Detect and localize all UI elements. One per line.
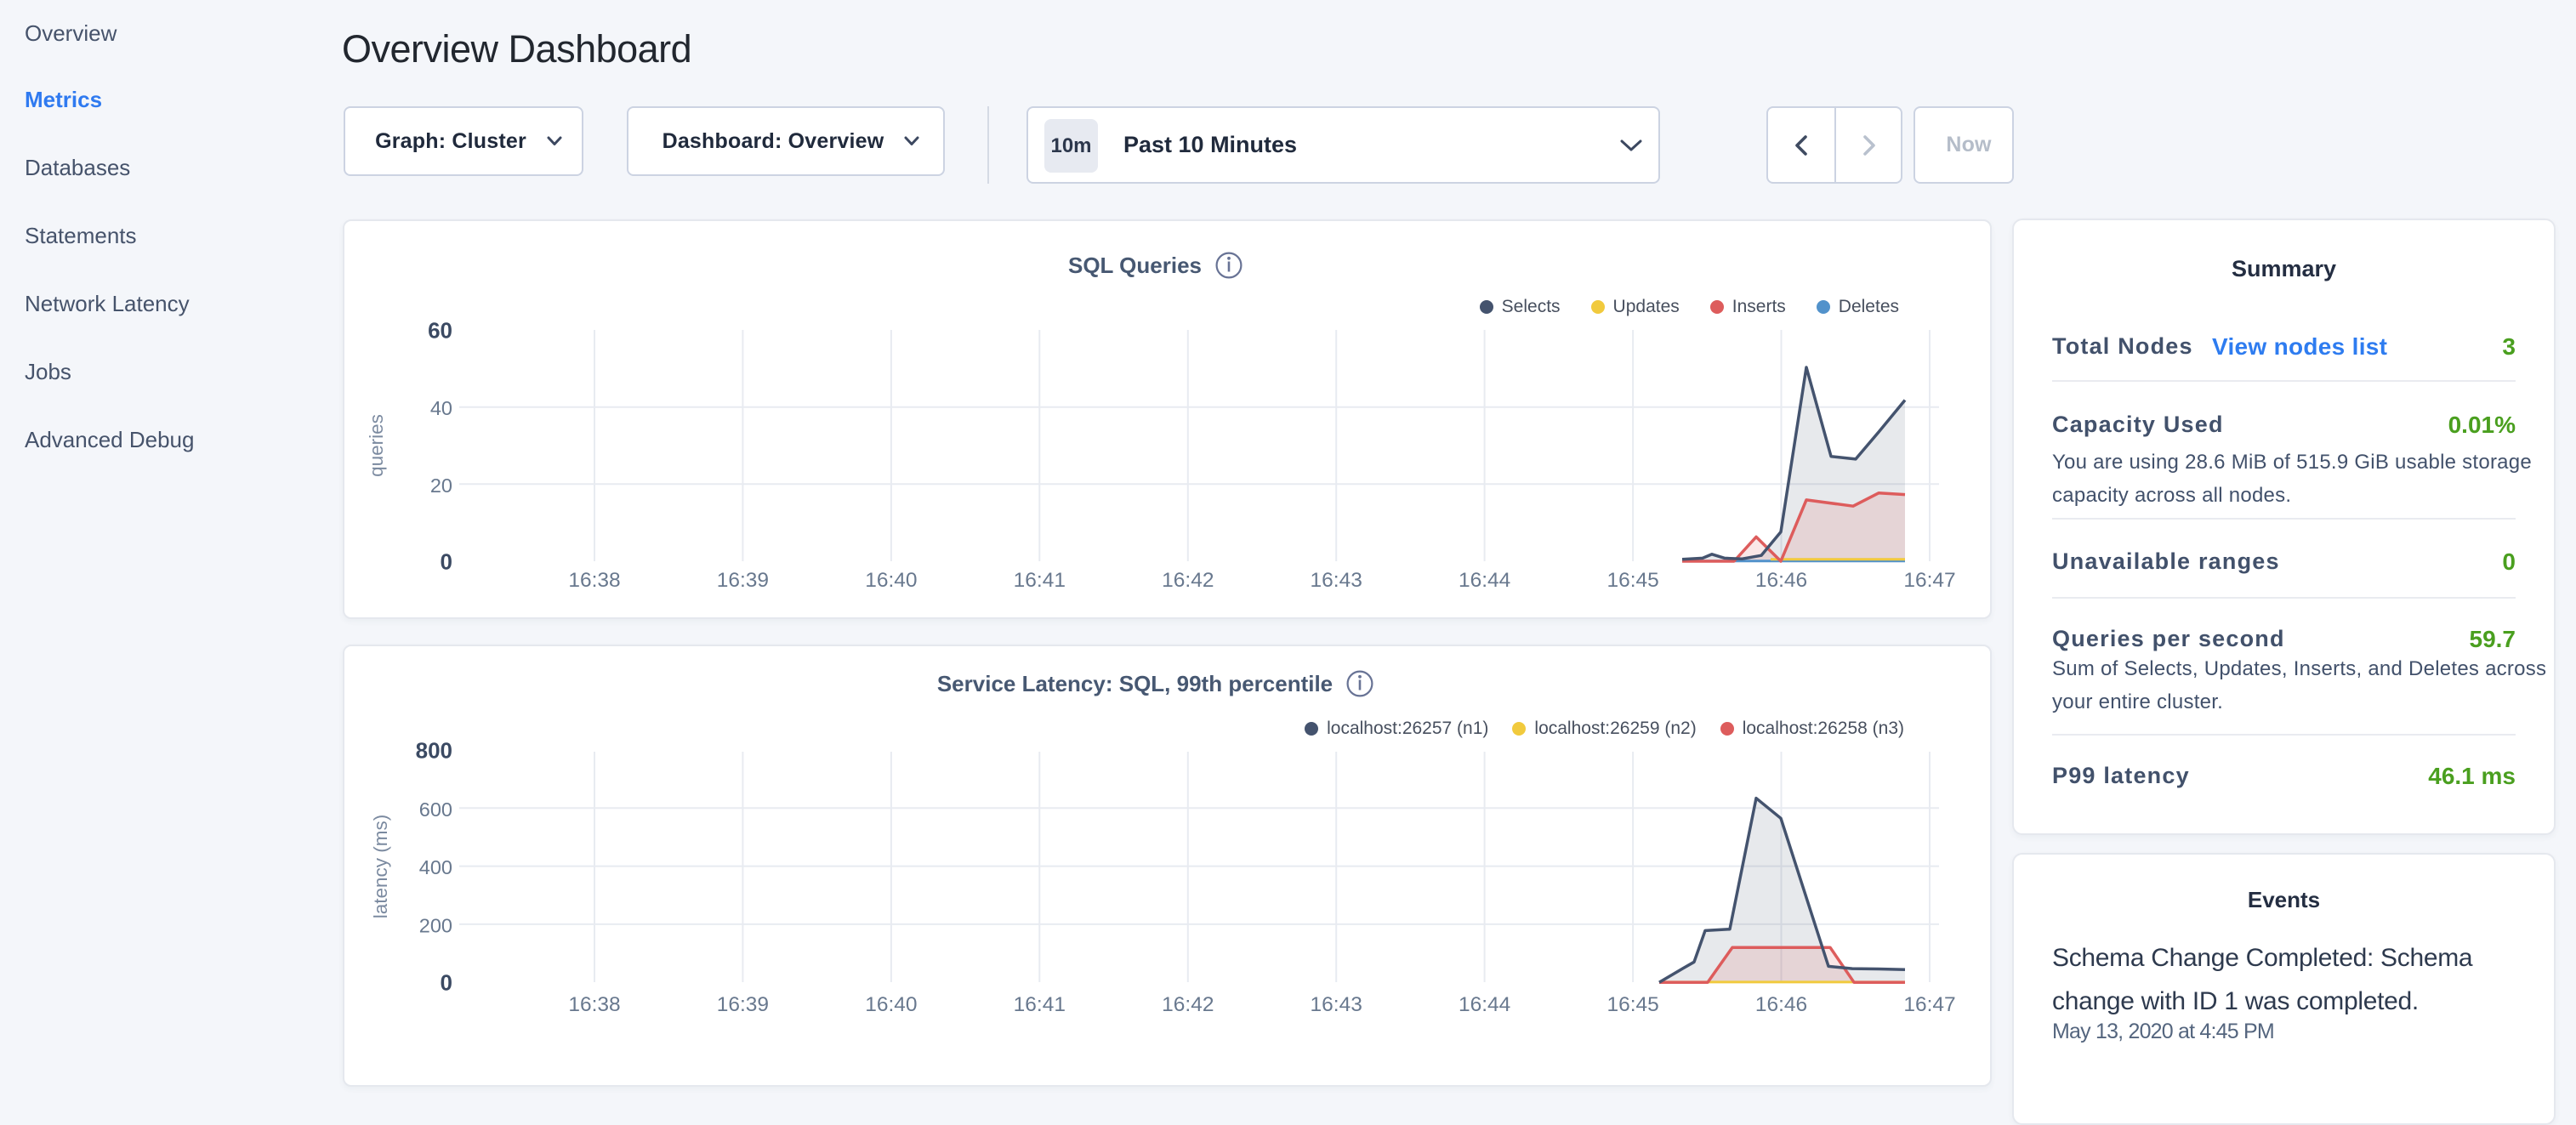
svg-text:16:47: 16:47 (1903, 993, 1955, 1016)
svg-text:0: 0 (441, 970, 452, 996)
svg-text:16:42: 16:42 (1162, 569, 1214, 592)
svg-text:200: 200 (419, 914, 452, 936)
svg-text:16:38: 16:38 (568, 569, 620, 592)
svg-text:16:39: 16:39 (717, 569, 769, 592)
svg-text:16:41: 16:41 (1014, 569, 1066, 592)
svg-text:16:40: 16:40 (865, 993, 917, 1016)
svg-text:16:43: 16:43 (1311, 569, 1362, 592)
svg-text:16:46: 16:46 (1755, 993, 1807, 1016)
svg-text:60: 60 (428, 318, 452, 344)
svg-text:16:42: 16:42 (1162, 993, 1214, 1016)
svg-text:16:39: 16:39 (717, 993, 769, 1016)
svg-text:0: 0 (441, 549, 452, 575)
svg-text:16:45: 16:45 (1606, 993, 1658, 1016)
svg-text:16:43: 16:43 (1311, 993, 1362, 1016)
svg-text:16:38: 16:38 (568, 993, 620, 1016)
svg-text:40: 40 (430, 397, 452, 419)
svg-text:600: 600 (419, 798, 452, 821)
svg-text:16:45: 16:45 (1606, 569, 1658, 592)
svg-text:latency (ms): latency (ms) (370, 815, 391, 919)
svg-text:16:44: 16:44 (1459, 993, 1510, 1016)
svg-text:16:44: 16:44 (1459, 569, 1510, 592)
svg-text:800: 800 (416, 738, 452, 764)
svg-text:400: 400 (419, 856, 452, 878)
svg-text:20: 20 (430, 474, 452, 497)
svg-text:16:41: 16:41 (1014, 993, 1066, 1016)
svg-text:16:47: 16:47 (1903, 569, 1955, 592)
svg-text:16:46: 16:46 (1755, 569, 1807, 592)
svg-text:16:40: 16:40 (865, 569, 917, 592)
svg-text:queries: queries (366, 414, 387, 477)
